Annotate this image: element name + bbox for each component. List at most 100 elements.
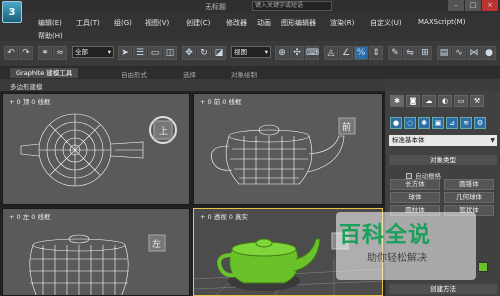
svg-text:左: 左 [152,238,161,250]
move-icon[interactable]: ✥ [182,46,196,60]
viewport-area: + 0 顶 0 线框 上 + 0 前 0 线框 前 + 0 左 0 线框 左 +… [0,91,385,296]
mirror-icon[interactable]: ⇋ [403,46,417,60]
menu-tools[interactable]: 工具(T) [76,18,100,28]
menu-graph-editors[interactable]: 图形编辑器 [281,18,316,28]
angle-snap-icon[interactable]: ∠ [339,46,353,60]
viewport-label-top[interactable]: + 0 顶 0 线框 [9,96,50,106]
menu-modifiers[interactable]: 修改器 [226,18,247,28]
coord-system-value: 视图 [234,48,247,56]
undo-icon[interactable]: ↶ [4,46,18,60]
chevron-down-icon: ▾ [264,48,268,56]
menu-edit[interactable]: 编辑(E) [38,18,62,28]
menu-group[interactable]: 组(G) [114,18,132,28]
viewport-front[interactable]: + 0 前 0 线框 前 [193,93,383,205]
select-by-name-icon[interactable]: ☰ [133,46,147,60]
geometry-icon[interactable]: ● [390,117,402,129]
select-object-icon[interactable]: ➤ [118,46,132,60]
box-button[interactable]: 长方体 [390,179,440,190]
redo-icon[interactable]: ↷ [19,46,33,60]
viewport-label-front[interactable]: + 0 前 0 线框 [200,96,241,106]
menu-maxscript[interactable]: MAXScript(M) [418,18,465,26]
display-tab-icon[interactable]: ▭ [454,95,468,107]
menu-help[interactable]: 帮助(H) [38,31,63,41]
command-panel-tabs: ✱ ◙ ☁ ◐ ▭ ⚒ [390,95,484,107]
edit-named-selection-icon[interactable]: ✎ [388,46,402,60]
object-type-rollout[interactable]: 对象类型 [389,155,497,165]
material-editor-icon[interactable]: ● [482,46,496,60]
category-dropdown[interactable]: 标准基本体 ▼ [389,135,497,146]
geosphere-button[interactable]: 几何球体 [444,192,494,203]
polygon-modeling-label[interactable]: 多边形建模 [10,81,43,91]
selection-filter-dropdown[interactable]: 全部 ▾ [72,46,114,58]
teapot-top-wireframe: 上 [20,113,177,187]
menu-customize[interactable]: 自定义(U) [370,18,402,28]
app-logo-icon[interactable]: 3 [2,1,22,23]
window-crossing-icon[interactable]: ◫ [163,46,177,60]
cameras-icon[interactable]: ▣ [432,117,444,129]
category-value: 标准基本体 [392,136,425,144]
hierarchy-tab-icon[interactable]: ☁ [422,95,436,107]
utilities-tab-icon[interactable]: ⚒ [470,95,484,107]
minimize-button[interactable]: – [448,0,464,11]
selection-filter-value: 全部 [75,48,88,56]
viewport-label-perspective[interactable]: + 0 透视 0 真实 [200,211,248,221]
menu-view[interactable]: 视图(V) [145,18,169,28]
viewport-left[interactable]: + 0 左 0 线框 左 [2,208,190,296]
curve-editor-icon[interactable]: ∿ [452,46,466,60]
tab-freeform[interactable]: 自由形式 [121,69,147,79]
maximize-button[interactable]: □ [465,0,481,11]
ribbon-subpanel[interactable]: 多边形建模 [0,79,385,91]
snap-icon[interactable]: ◬ [324,46,338,60]
search-input[interactable]: 键入关键字或短语 [252,1,332,11]
cone-button[interactable]: 圆锥体 [444,179,494,190]
align-icon[interactable]: ⊞ [418,46,432,60]
teapot-front-wireframe: 前 [211,117,356,185]
link-icon[interactable]: ⚭ [38,46,52,60]
watermark-subtitle: 助你轻松解决 [367,253,427,264]
tab-object-paint[interactable]: 对象绘制 [231,69,257,79]
reference-coord-dropdown[interactable]: 视图 ▾ [231,46,271,58]
object-color-swatch[interactable] [478,262,488,272]
schematic-view-icon[interactable]: ⋈ [467,46,481,60]
viewport-top[interactable]: + 0 顶 0 线框 上 [2,93,190,205]
systems-icon[interactable]: ⚙ [474,117,486,129]
rotate-icon[interactable]: ↻ [197,46,211,60]
create-category-icons: ● ◌ ✺ ▣ ⊿ ≋ ⚙ [390,117,486,129]
percent-snap-icon[interactable]: % [354,46,368,60]
helpers-icon[interactable]: ⊿ [446,117,458,129]
teapot-left-wireframe: 左 [29,234,166,295]
scale-icon[interactable]: ◪ [212,46,226,60]
keyboard-shortcut-icon[interactable]: ⌨ [305,46,319,60]
select-manipulate-icon[interactable]: ✣ [290,46,304,60]
tab-selection[interactable]: 选择 [183,69,196,79]
layer-manager-icon[interactable]: ▤ [437,46,451,60]
shapes-icon[interactable]: ◌ [404,117,416,129]
spinner-snap-icon[interactable]: ⇕ [369,46,383,60]
main-toolbar: ↶ ↷ ⚭ ≈ 全部 ▾ ➤ ☰ ▭ ◫ ✥ ↻ ◪ 视图 ▾ ⊕ ✣ ⌨ ◬ ∠ … [0,41,500,67]
create-tab-icon[interactable]: ✱ [390,95,404,107]
rect-selection-icon[interactable]: ▭ [148,46,162,60]
menu-create[interactable]: 创建(C) [186,18,210,28]
viewport-label-left[interactable]: + 0 左 0 线框 [9,211,50,221]
tab-graphite-modeling[interactable]: Graphite 建模工具 [10,68,79,78]
window-title: 无标题 [205,3,226,11]
sphere-button[interactable]: 球体 [390,192,440,203]
svg-text:上: 上 [159,126,168,137]
chevron-down-icon: ▾ [107,48,111,56]
space-warps-icon[interactable]: ≋ [460,117,472,129]
pivot-icon[interactable]: ⊕ [275,46,289,60]
title-bar: 无标题 键入关键字或短语 – □ × [0,0,500,13]
motion-tab-icon[interactable]: ◐ [438,95,452,107]
menu-bar: 编辑(E) 工具(T) 组(G) 视图(V) 创建(C) 修改器 动画 图形编辑… [0,13,500,41]
modify-tab-icon[interactable]: ◙ [406,95,420,107]
creation-method-rollout[interactable]: 创建方法 [389,284,497,294]
close-button[interactable]: × [482,0,498,11]
window-controls: – □ × [448,0,498,11]
graphite-ribbon: Graphite 建模工具 自由形式 选择 对象绘制 [0,67,500,79]
menu-rendering[interactable]: 渲染(R) [330,18,354,28]
chevron-down-icon: ▼ [490,137,495,144]
lights-icon[interactable]: ✺ [418,117,430,129]
menu-animation[interactable]: 动画 [257,18,271,28]
unlink-icon[interactable]: ≈ [53,46,67,60]
svg-text:前: 前 [342,121,351,133]
